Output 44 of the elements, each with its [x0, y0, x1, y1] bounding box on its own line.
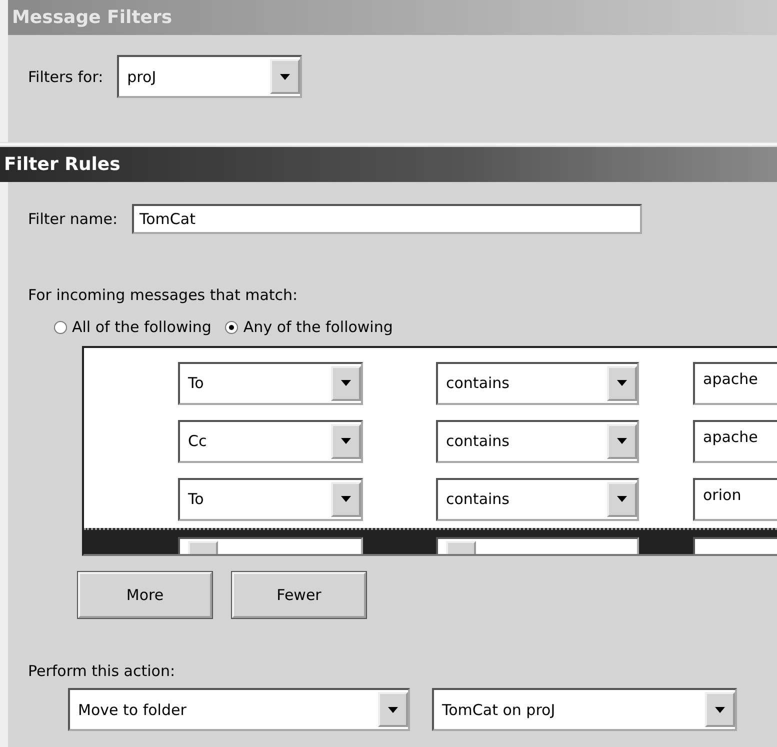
action-dropdown[interactable]: Move to folder [68, 688, 410, 731]
caret-icon [715, 706, 725, 712]
value-field[interactable]: apache [693, 362, 777, 404]
value-field[interactable]: apache [693, 420, 777, 462]
dropdown-arrow-button[interactable] [607, 482, 637, 516]
caret-icon [341, 380, 351, 386]
dropdown-arrow-button[interactable] [705, 692, 735, 727]
operator-dropdown[interactable]: contains [436, 362, 639, 404]
folder-dropdown[interactable]: TomCat on proJ [432, 688, 737, 731]
dropdown-arrow-button[interactable] [378, 692, 408, 727]
action-button[interactable]: More [78, 572, 212, 618]
account-dropdown[interactable]: proJ [117, 55, 302, 98]
dropdown-arrow-button[interactable] [607, 366, 637, 400]
caret-icon [341, 438, 351, 444]
action-label: Perform this action: [28, 662, 176, 680]
header-dropdown[interactable]: To [178, 362, 363, 404]
filter-name-field[interactable]: TomCat [132, 204, 642, 234]
section-title: Filter Rules [4, 154, 120, 175]
dropdown-arrow-button[interactable] [270, 59, 300, 94]
caret-icon [617, 380, 627, 386]
caret-icon [617, 496, 627, 502]
value-field[interactable]: orion [693, 478, 777, 520]
dropdown-arrow-button[interactable] [331, 424, 361, 458]
caret-icon [341, 496, 351, 502]
header-dropdown[interactable]: Cc [178, 420, 363, 462]
radio-option[interactable]: Any of the following [225, 318, 393, 336]
header-dropdown[interactable]: To [178, 478, 363, 520]
operator-dropdown[interactable]: contains [436, 420, 639, 462]
rule-row[interactable]: Cc contains apache [84, 412, 777, 470]
rule-row[interactable]: To contains orion [84, 470, 777, 528]
radio-option[interactable]: All of the following [54, 318, 212, 336]
rule-row[interactable]: To contains apache [84, 354, 777, 412]
action-button[interactable]: Fewer [232, 572, 366, 618]
caret-icon [617, 438, 627, 444]
match-label: For incoming messages that match: [28, 286, 298, 304]
panel-title: Message Filters [12, 7, 172, 28]
caret-icon [388, 706, 398, 712]
field-label: Filter name: [28, 210, 118, 228]
operator-dropdown[interactable]: contains [436, 478, 639, 520]
caret-icon [280, 74, 290, 80]
dropdown-arrow-button[interactable] [607, 424, 637, 458]
dropdown-arrow-button[interactable] [331, 482, 361, 516]
field-label: Filters for: [28, 68, 104, 86]
dropdown-arrow-button[interactable] [331, 366, 361, 400]
